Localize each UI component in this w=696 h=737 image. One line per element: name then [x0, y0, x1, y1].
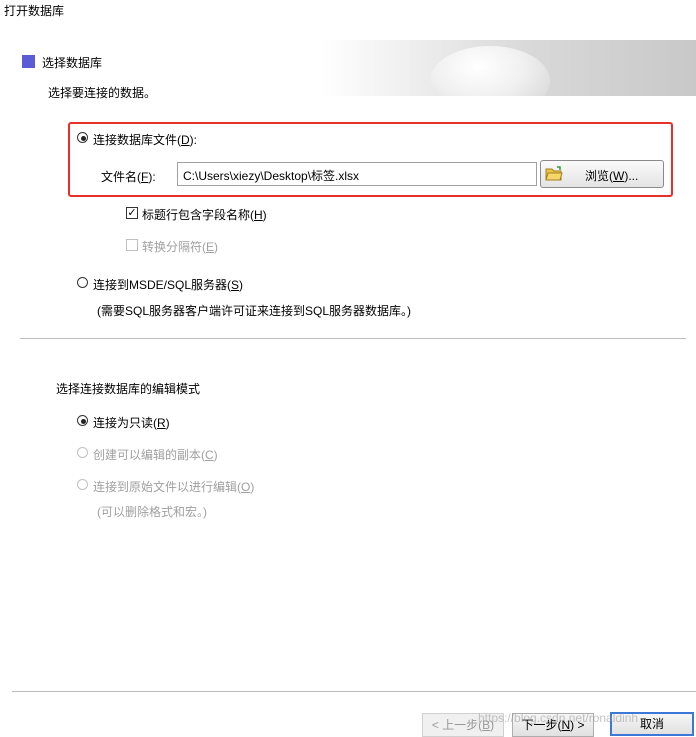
connect-file-radio[interactable] [77, 132, 88, 143]
folder-open-icon [545, 166, 563, 181]
header-row-label[interactable]: 标题行包含字段名称(H) [142, 206, 267, 223]
header-row-checkbox[interactable]: ✓ [126, 207, 138, 219]
window-title: 打开数据库 [4, 4, 65, 18]
section-marker-icon [22, 55, 35, 68]
section-title: 选择数据库 [42, 56, 103, 70]
readonly-label[interactable]: 连接为只读(R) [93, 414, 170, 431]
convert-separator-label[interactable]: 转换分隔符(E) [142, 238, 218, 255]
divider [20, 338, 686, 339]
original-file-radio[interactable] [77, 479, 88, 490]
back-button[interactable]: < 上一步(B) [422, 713, 504, 737]
header-banner-image [320, 40, 696, 96]
connect-server-note: (需要SQL服务器客户端许可证来连接到SQL服务器数据库。) [97, 304, 412, 318]
next-button[interactable]: 下一步(N) > [512, 713, 594, 737]
convert-separator-checkbox[interactable] [126, 239, 138, 251]
filename-label: 文件名(F): [101, 170, 156, 184]
section-subtitle: 选择要连接的数据。 [48, 86, 157, 100]
browse-button[interactable]: 浏览(W)... [540, 160, 664, 188]
connect-file-label[interactable]: 连接数据库文件(D): [93, 131, 197, 148]
connect-server-radio[interactable] [77, 277, 88, 288]
original-file-label[interactable]: 连接到原始文件以进行编辑(O) [93, 478, 254, 495]
filename-input[interactable]: C:\Users\xiezy\Desktop\标签.xlsx [177, 162, 537, 186]
readonly-radio[interactable] [77, 415, 88, 426]
connect-server-label[interactable]: 连接到MSDE/SQL服务器(S) [93, 276, 243, 293]
editable-copy-radio[interactable] [77, 447, 88, 458]
edit-mode-note: (可以删除格式和宏。) [97, 505, 207, 519]
footer-divider [12, 691, 696, 692]
cancel-button[interactable]: 取消 [610, 712, 694, 736]
edit-mode-title: 选择连接数据库的编辑模式 [56, 382, 201, 396]
editable-copy-label[interactable]: 创建可以编辑的副本(C) [93, 446, 218, 463]
